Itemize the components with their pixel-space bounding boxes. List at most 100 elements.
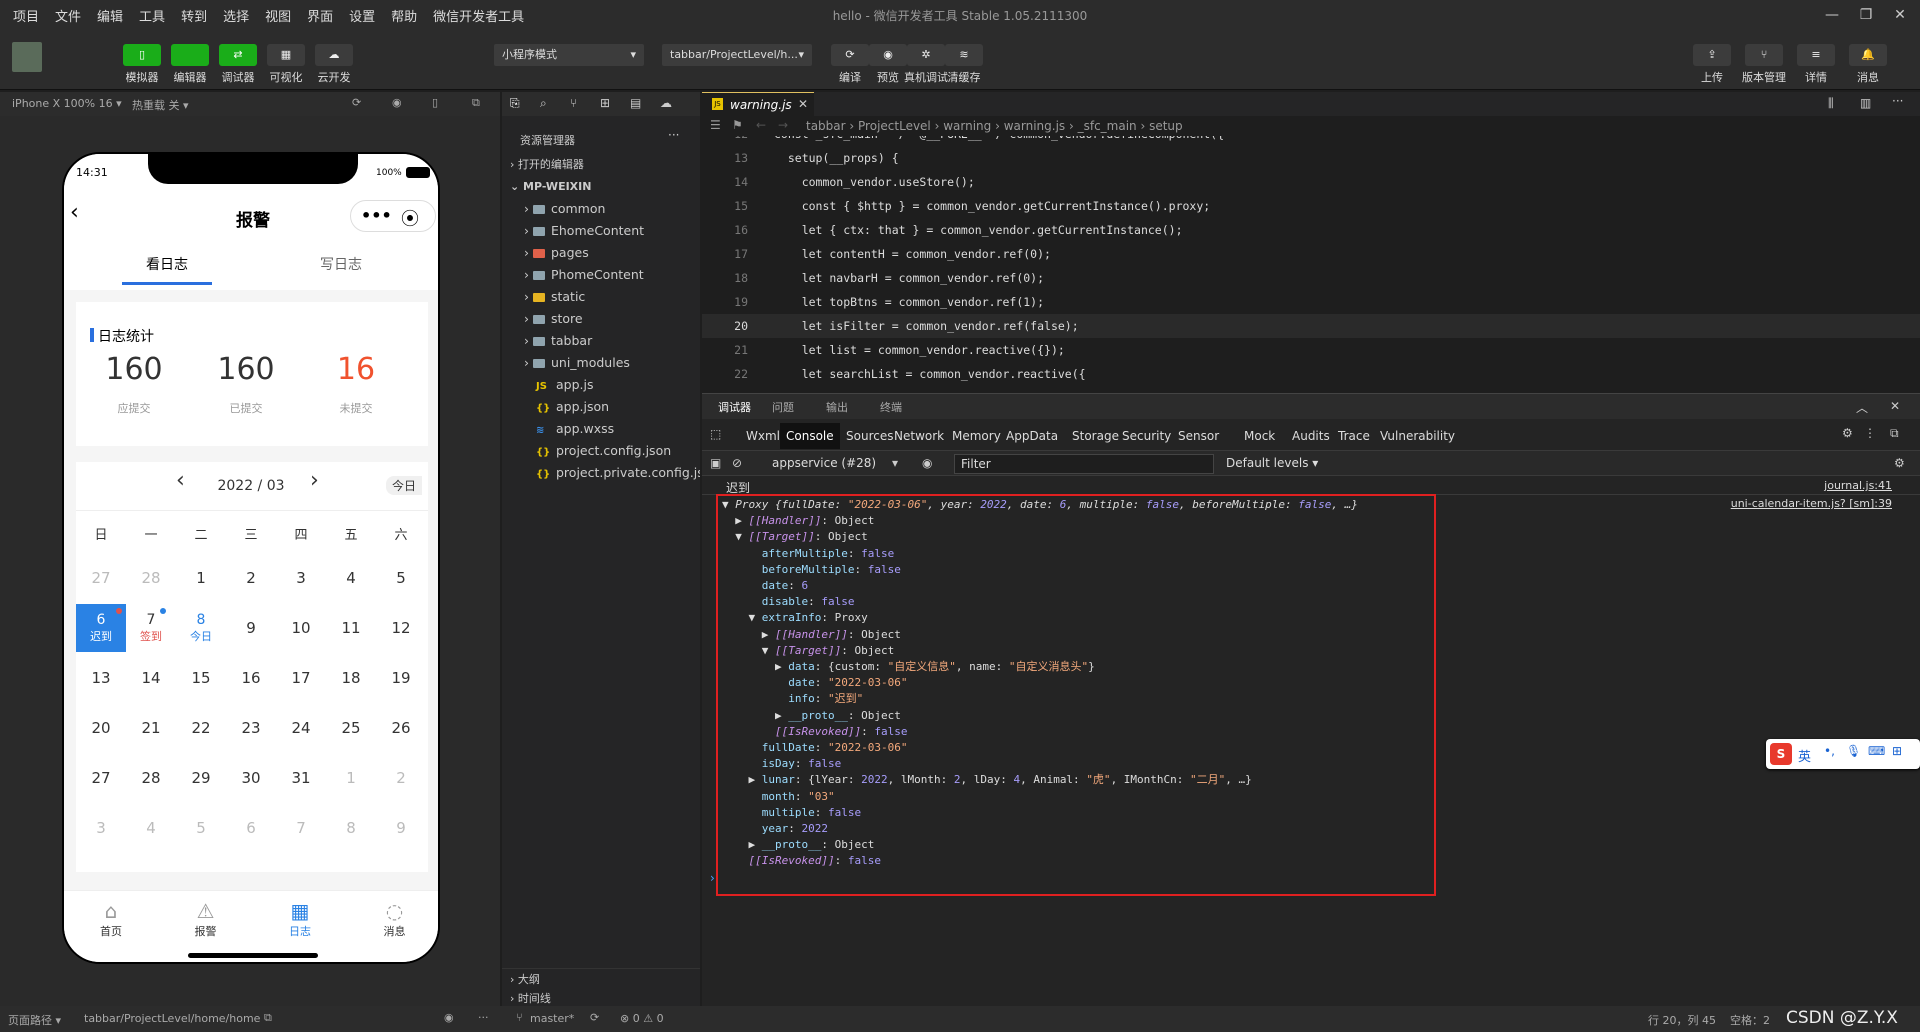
keyboard-icon[interactable]: ⌨: [1868, 744, 1885, 758]
calendar-day[interactable]: 4: [326, 554, 376, 602]
devtools-tab[interactable]: Security: [1116, 423, 1177, 449]
tab-日志[interactable]: ▦ 日志: [253, 891, 347, 951]
search-icon[interactable]: ⌕: [540, 96, 547, 111]
menu-item[interactable]: 工具: [136, 6, 168, 25]
close-window-button[interactable]: ✕: [1880, 4, 1920, 26]
calendar-day[interactable]: 9: [376, 804, 426, 852]
nav-back-icon[interactable]: ←: [756, 118, 766, 132]
devtools-tab[interactable]: Sensor: [1172, 423, 1225, 449]
tab-write-log[interactable]: 写日志: [296, 254, 386, 274]
mode-select[interactable]: 小程序模式 ▾: [494, 44, 644, 66]
file-tree-item[interactable]: ≋ app.wxss: [502, 418, 700, 440]
device-icon[interactable]: ▯: [432, 96, 438, 109]
详情-button[interactable]: ≡ 详情: [1794, 44, 1838, 85]
inspect-icon[interactable]: ⬚: [710, 427, 721, 441]
上传-button[interactable]: ⇪ 上传: [1690, 44, 1734, 85]
calendar-day[interactable]: 6: [226, 804, 276, 852]
calendar-day[interactable]: 28: [126, 554, 176, 602]
panel-tab[interactable]: 调试器: [718, 399, 751, 415]
git-icon[interactable]: ⑂: [570, 96, 577, 110]
calendar-day[interactable]: 29: [176, 754, 226, 802]
tab-view-log[interactable]: 看日志: [122, 254, 212, 274]
calendar-day[interactable]: 16: [226, 654, 276, 702]
exit-icon[interactable]: ⦿: [401, 205, 419, 231]
menu-item[interactable]: 微信开发者工具: [430, 6, 527, 25]
next-month-icon[interactable]: ›: [310, 468, 319, 493]
reload-icon[interactable]: ⟳: [352, 96, 361, 109]
menu-item[interactable]: 帮助: [388, 6, 420, 25]
file-tree-item[interactable]: › common: [502, 198, 700, 220]
branch-name[interactable]: master*: [530, 1012, 574, 1025]
breadcrumb-item[interactable]: warning: [943, 119, 991, 133]
log-levels-select[interactable]: Default levels ▾: [1226, 456, 1318, 470]
calendar-day[interactable]: 27: [76, 554, 126, 602]
hot-reload-toggle[interactable]: 热重载 关 ▾: [132, 97, 189, 113]
calendar-day[interactable]: 6 迟到: [76, 604, 126, 652]
tab-首页[interactable]: ⌂ 首页: [64, 891, 158, 951]
调试器-button[interactable]: ⇄ 调试器: [216, 44, 260, 85]
calendar-day[interactable]: 30: [226, 754, 276, 802]
prev-month-icon[interactable]: ‹: [176, 468, 185, 493]
list-icon[interactable]: ☰: [710, 118, 721, 132]
settings-icon[interactable]: ⚙: [1842, 426, 1853, 440]
calendar-day[interactable]: 14: [126, 654, 176, 702]
close-tab-icon[interactable]: ✕: [798, 97, 808, 111]
devtools-tab[interactable]: Audits: [1286, 423, 1336, 449]
outline-section[interactable]: › 大纲: [502, 968, 700, 990]
calendar-day[interactable]: 15: [176, 654, 226, 702]
calendar-day[interactable]: 26: [376, 704, 426, 752]
可视化-button[interactable]: ▦ 可视化: [264, 44, 308, 85]
calendar-day[interactable]: 22: [176, 704, 226, 752]
calendar-day[interactable]: 19: [376, 654, 426, 702]
breadcrumb-item[interactable]: _sfc_main: [1078, 119, 1137, 133]
status-more-icon[interactable]: ···: [478, 1011, 489, 1024]
rotate-icon[interactable]: ⧉: [472, 96, 480, 110]
calendar-day[interactable]: 12: [376, 604, 426, 652]
files-icon[interactable]: ⎘: [510, 96, 520, 111]
open-editors-section[interactable]: › 打开的编辑器: [502, 154, 700, 176]
calendar-day[interactable]: 21: [126, 704, 176, 752]
capsule-menu[interactable]: ••• ⦿: [350, 200, 436, 232]
calendar-day[interactable]: 7 签到: [126, 604, 176, 652]
calendar-day[interactable]: 23: [226, 704, 276, 752]
file-tree-item[interactable]: › EhomeContent: [502, 220, 700, 242]
breadcrumb-item[interactable]: tabbar: [806, 119, 846, 133]
menu-item[interactable]: 转到: [178, 6, 210, 25]
device-select[interactable]: iPhone X 100% 16 ▾: [12, 97, 122, 110]
editor-tab[interactable]: JS warning.js ✕: [702, 92, 814, 116]
file-tree-item[interactable]: {} project.private.config.js...: [502, 462, 700, 484]
file-tree-item[interactable]: › PhomeContent: [502, 264, 700, 286]
menu-item[interactable]: 编辑: [94, 6, 126, 25]
calendar-day[interactable]: 28: [126, 754, 176, 802]
file-tree-item[interactable]: {} project.config.json: [502, 440, 700, 462]
file-tree-item[interactable]: › uni_modules: [502, 352, 700, 374]
cloud-panel-icon[interactable]: ☁: [660, 96, 672, 110]
menu-item[interactable]: 设置: [346, 6, 378, 25]
消息-button[interactable]: 🔔 消息: [1846, 44, 1890, 85]
log-source-link[interactable]: journal.js:41: [1824, 479, 1892, 492]
calendar-day[interactable]: 24: [276, 704, 326, 752]
tab-报警[interactable]: ⚠ 报警: [159, 891, 253, 951]
calendar-day[interactable]: 1: [176, 554, 226, 602]
indent-spaces[interactable]: 空格：2: [1730, 1012, 1770, 1028]
debug-panel-icon[interactable]: ▤: [630, 96, 641, 110]
calendar-day[interactable]: 18: [326, 654, 376, 702]
context-dropdown-icon[interactable]: ▾: [892, 456, 898, 470]
grid-icon[interactable]: ⊞: [1892, 744, 1902, 758]
live-expression-icon[interactable]: ◉: [922, 456, 932, 470]
calendar-day[interactable]: 5: [176, 804, 226, 852]
calendar-day[interactable]: 10: [276, 604, 326, 652]
editor-more-icon[interactable]: ···: [1892, 94, 1903, 108]
code-lines[interactable]: 12 const _sfc_main = /* @__PURE__ */ comm…: [702, 136, 1920, 392]
calendar-day[interactable]: 2: [376, 754, 426, 802]
calendar-day[interactable]: 13: [76, 654, 126, 702]
file-tree-item[interactable]: › tabbar: [502, 330, 700, 352]
calendar-day[interactable]: 5: [376, 554, 426, 602]
模拟器-button[interactable]: ▯ 模拟器: [120, 44, 164, 85]
split-editor-icon[interactable]: ⫼: [1828, 96, 1834, 111]
menu-item[interactable]: 选择: [220, 6, 252, 25]
devtools-tab[interactable]: Memory: [946, 423, 1007, 449]
log-source-link-2[interactable]: uni-calendar-item.js? [sm]:39: [1731, 497, 1892, 510]
menu-item[interactable]: 视图: [262, 6, 294, 25]
calendar-day[interactable]: 3: [76, 804, 126, 852]
